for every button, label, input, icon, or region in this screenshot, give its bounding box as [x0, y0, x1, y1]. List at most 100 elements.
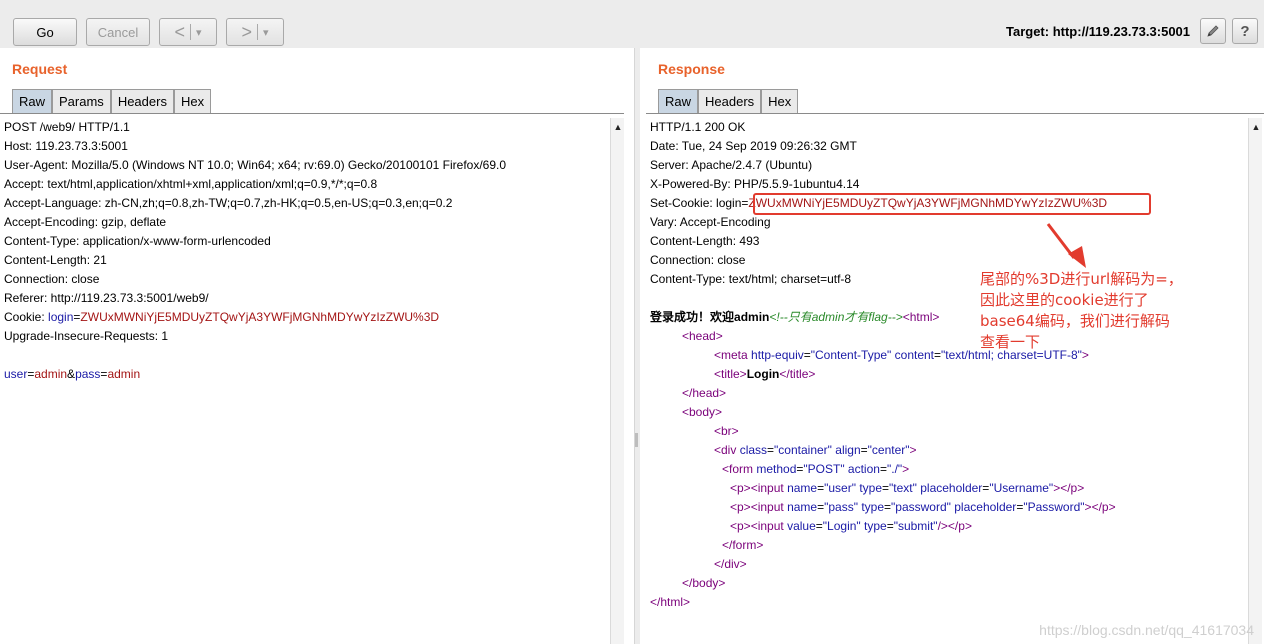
form-tag: <form: [722, 462, 757, 476]
request-line: Accept: text/html,application/xhtml+xml,…: [4, 177, 378, 191]
annotation-note: 尾部的%3D进行url解码为=， 因此这里的cookie进行了 base64编码…: [980, 269, 1183, 353]
response-line: Vary: Accept-Encoding: [650, 215, 771, 229]
response-tab-underline: [646, 113, 1264, 114]
body-key-pass: pass: [75, 367, 101, 381]
p-open: <p>: [730, 481, 751, 495]
request-line: POST /web9/ HTTP/1.1: [4, 120, 130, 134]
request-line: Accept-Encoding: gzip, deflate: [4, 215, 167, 229]
target-label: Target: http://119.23.73.3:5001: [1006, 24, 1191, 39]
input-attr: value: [787, 519, 816, 533]
title-text: Login: [746, 367, 780, 381]
request-scrollbar[interactable]: ▲: [610, 118, 624, 644]
response-scrollbar[interactable]: ▲: [1248, 118, 1262, 644]
cancel-button[interactable]: Cancel: [86, 18, 150, 46]
cookie-highlight-box: [753, 193, 1151, 215]
request-tab-hex[interactable]: Hex: [173, 89, 212, 113]
response-tabs: Raw Headers Hex: [658, 89, 799, 113]
help-button[interactable]: ?: [1232, 18, 1258, 44]
input-attr: type: [858, 500, 885, 514]
input-value: "password": [891, 500, 951, 514]
html-line-head-open: <head>: [682, 327, 723, 346]
br-tag: <br>: [714, 424, 739, 438]
edit-target-button[interactable]: [1200, 18, 1226, 44]
input-attr: placeholder: [950, 500, 1017, 514]
welcome-user: admin: [734, 310, 770, 324]
meta-tag: <meta: [714, 348, 752, 362]
cookie-value: ZWUxMWNiYjE5MDUyZTQwYjA3YWFjMGNhMDYwYzIz…: [80, 310, 440, 324]
eq: =: [860, 443, 868, 457]
response-line: Content-Type: text/html; charset=utf-8: [650, 272, 852, 286]
input-value: "pass": [824, 500, 858, 514]
eq: =: [815, 519, 823, 533]
form-close-tag: </form>: [722, 538, 764, 552]
p-close: </p>: [1060, 481, 1085, 495]
eq: =: [803, 348, 811, 362]
request-tab-underline: [0, 113, 624, 114]
response-tab-raw[interactable]: Raw: [658, 89, 699, 113]
pencil-icon: [1207, 25, 1219, 37]
body-value-user: admin: [34, 367, 68, 381]
response-line: Connection: close: [650, 253, 746, 267]
html-line-body-close: </body>: [682, 574, 725, 593]
back-button[interactable]: < ▾: [159, 18, 217, 46]
html-line-div-close: </div>: [714, 555, 747, 574]
forward-divider: [256, 24, 258, 40]
request-tab-headers[interactable]: Headers: [110, 89, 174, 113]
form-value: "POST": [803, 462, 845, 476]
meta-attr: content: [891, 348, 935, 362]
form-attr: method: [756, 462, 797, 476]
div-value: "center": [867, 443, 910, 457]
input-value: "Password": [1023, 500, 1085, 514]
request-tab-params[interactable]: Params: [52, 89, 111, 113]
eq: =: [884, 500, 892, 514]
title-open-tag: <title>: [714, 367, 747, 381]
response-tab-headers[interactable]: Headers: [698, 89, 762, 113]
back-arrow-icon: <: [174, 21, 185, 42]
html-line-head-close: </head>: [682, 384, 726, 403]
html-comment: <!--只有admin才有flag-->: [769, 310, 903, 324]
request-tabs: Raw Params Headers Hex: [12, 89, 212, 113]
annotation-line: 查看一下: [980, 333, 1041, 351]
request-tab-raw[interactable]: Raw: [12, 89, 53, 113]
watermark: https://blog.csdn.net/qq_41617034: [1039, 622, 1254, 638]
response-tab-hex[interactable]: Hex: [761, 89, 799, 113]
panel-splitter[interactable]: [634, 48, 640, 644]
splitter-grip-icon[interactable]: [635, 433, 638, 447]
input-tag: <input: [750, 481, 788, 495]
input-attr: type: [856, 481, 883, 495]
cookie-name: login: [48, 310, 74, 324]
form-end: >: [902, 462, 910, 476]
response-line: Server: Apache/2.4.7 (Ubuntu): [650, 158, 813, 172]
p-close: </p>: [1091, 500, 1116, 514]
forward-button[interactable]: > ▾: [226, 18, 284, 46]
scroll-up-icon[interactable]: ▲: [613, 122, 623, 132]
response-line: X-Powered-By: PHP/5.5.9-1ubuntu4.14: [650, 177, 860, 191]
meta-value: "Content-Type": [810, 348, 892, 362]
scroll-up-icon[interactable]: ▲: [1251, 122, 1261, 132]
input-tag: <input: [750, 500, 788, 514]
request-line: Upgrade-Insecure-Requests: 1: [4, 329, 169, 343]
back-divider: [189, 24, 191, 40]
tag-end: >: [1084, 500, 1092, 514]
response-line: Date: Tue, 24 Sep 2019 09:26:32 GMT: [650, 139, 857, 153]
toolbar: Go Cancel < ▾ > ▾ Target: http://119.23.…: [0, 0, 1264, 48]
div-attr: align: [831, 443, 861, 457]
html-line-input-submit: <p><input value="Login" type="submit"/><…: [730, 517, 972, 536]
request-line: Connection: close: [4, 272, 100, 286]
html-line-input-pass: <p><input name="pass" type="password" pl…: [730, 498, 1116, 517]
p-open: <p>: [730, 519, 751, 533]
forward-menu-icon[interactable]: ▾: [263, 26, 269, 39]
request-editor[interactable]: POST /web9/ HTTP/1.1 Host: 119.23.73.3:5…: [0, 118, 610, 644]
body-amp: &: [67, 367, 76, 381]
go-button[interactable]: Go: [13, 18, 77, 46]
html-open-tag: <html>: [902, 310, 940, 324]
html-line-title: <title>Login</title>: [714, 365, 815, 384]
back-menu-icon[interactable]: ▾: [196, 26, 202, 39]
meta-attr: http-equiv: [751, 348, 804, 362]
eq: =: [879, 462, 887, 476]
div-value: "container": [774, 443, 832, 457]
div-close-tag: </div>: [714, 557, 747, 571]
input-value: "submit": [893, 519, 938, 533]
html-close-tag: </html>: [650, 595, 691, 609]
title-close-tag: </title>: [779, 367, 816, 381]
